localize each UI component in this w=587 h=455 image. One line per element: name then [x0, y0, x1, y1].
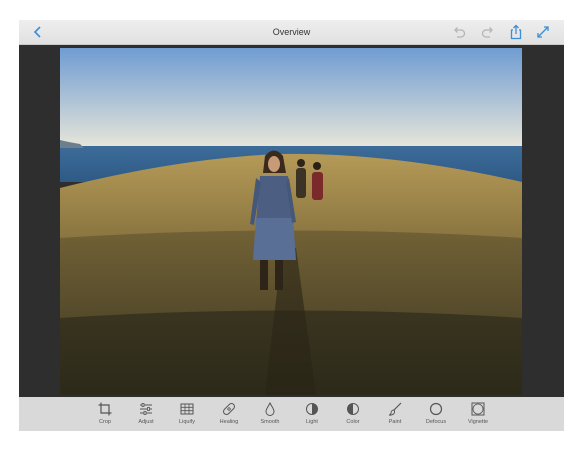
- bandage-icon: [223, 403, 235, 415]
- redo-icon[interactable]: [480, 24, 496, 40]
- top-bar: Overview: [19, 20, 564, 45]
- tool-paint[interactable]: Paint: [375, 397, 415, 431]
- expand-icon[interactable]: [535, 24, 551, 40]
- half-circle-color-icon: [347, 403, 359, 415]
- image-canvas[interactable]: [19, 45, 564, 397]
- tool-adjust[interactable]: Adjust: [126, 397, 166, 431]
- photo-editor-window: Overview Crop Adjust Liquify Healing Smo…: [19, 20, 564, 431]
- landscape-photo: [60, 48, 522, 395]
- tool-liquify[interactable]: Liquify: [167, 397, 207, 431]
- brush-icon: [388, 402, 402, 416]
- crop-icon: [98, 402, 112, 416]
- tool-vignette[interactable]: Vignette: [458, 397, 498, 431]
- undo-icon[interactable]: [451, 24, 467, 40]
- vignette-icon: [471, 402, 485, 416]
- half-circle-icon: [306, 403, 318, 415]
- tool-color[interactable]: Color: [333, 397, 373, 431]
- circle-icon: [429, 402, 443, 416]
- photo-preview[interactable]: [60, 48, 522, 395]
- tool-smooth[interactable]: Smooth: [250, 397, 290, 431]
- share-icon[interactable]: [508, 24, 524, 40]
- tool-crop[interactable]: Crop: [85, 397, 125, 431]
- tool-light[interactable]: Light: [292, 397, 332, 431]
- tool-label: Vignette: [467, 419, 489, 425]
- tool-healing[interactable]: Healing: [209, 397, 249, 431]
- bottom-toolbar: Crop Adjust Liquify Healing Smooth Light…: [19, 397, 564, 431]
- sliders-icon: [140, 403, 152, 415]
- tool-defocus[interactable]: Defocus: [416, 397, 456, 431]
- grid-icon: [180, 403, 194, 415]
- droplet-icon: [265, 402, 275, 416]
